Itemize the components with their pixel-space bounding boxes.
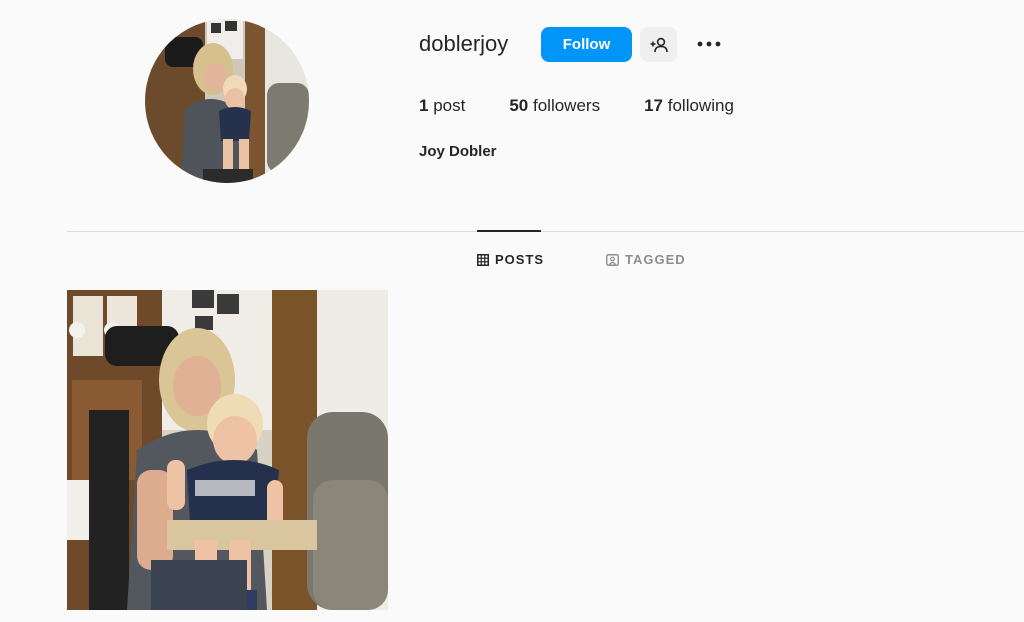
posts-count-stat: 1 post: [419, 96, 465, 116]
following-count: 17: [644, 96, 664, 115]
avatar-photo: [145, 19, 309, 183]
posts-label: post: [433, 96, 466, 115]
tagged-icon: [606, 253, 619, 266]
profile-avatar[interactable]: [145, 19, 309, 183]
more-options-button[interactable]: [693, 30, 725, 58]
followers-label: followers: [533, 96, 601, 115]
active-tab-indicator: [477, 230, 541, 232]
tab-tagged[interactable]: TAGGED: [606, 252, 686, 267]
suggest-accounts-button[interactable]: [640, 27, 677, 62]
grid-icon: [477, 253, 489, 266]
posts-count: 1: [419, 96, 429, 115]
follow-button[interactable]: Follow: [541, 27, 632, 62]
followers-stat[interactable]: 50 followers: [509, 96, 600, 116]
person-add-icon: [650, 37, 668, 52]
tab-tagged-label: TAGGED: [625, 252, 686, 267]
profile-full-name: Joy Dobler: [419, 143, 497, 160]
tabs-divider: [67, 231, 1024, 232]
profile-username: doblerjoy: [419, 31, 509, 56]
following-label: following: [667, 96, 734, 115]
tab-posts-label: POSTS: [495, 252, 545, 267]
more-options-icon: [697, 41, 721, 47]
followers-count: 50: [509, 96, 529, 115]
profile-stats: 1 post 50 followers 17 following: [419, 96, 778, 116]
post-photo: [67, 290, 388, 610]
following-stat[interactable]: 17 following: [644, 96, 734, 116]
profile-page: doblerjoy Follow 1 post 50 followers 17 …: [0, 0, 1024, 622]
tab-posts[interactable]: POSTS: [477, 252, 544, 267]
post-tile[interactable]: [67, 290, 388, 610]
